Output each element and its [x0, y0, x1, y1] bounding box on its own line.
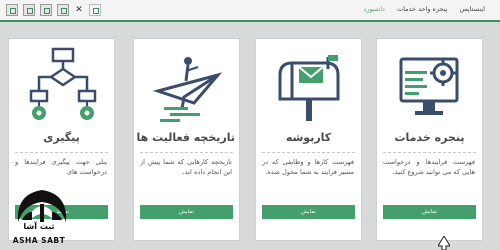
card-title: کارپوشه	[285, 131, 332, 144]
monitor-gear-icon	[399, 57, 459, 115]
show-button[interactable]: نمایش	[383, 205, 476, 219]
card-title: پیگیری	[43, 131, 80, 144]
divider	[15, 152, 108, 153]
show-button[interactable]: نمایش	[140, 205, 233, 219]
flowchart-icon	[29, 47, 97, 120]
mailbox-icon	[278, 55, 340, 121]
card-description: فهرست کارها و وظایفی که در مسیر فرایند ب…	[262, 158, 354, 176]
cursor-icon	[438, 236, 450, 250]
window-icon[interactable]	[6, 4, 18, 16]
card-cartable: کارپوشه فهرست کارها و وظایفی که در مسیر …	[255, 38, 362, 241]
divider	[140, 152, 233, 153]
blank-icon[interactable]	[89, 4, 101, 16]
card-title: پنجره خدمات	[394, 131, 465, 144]
logo-persian-text: ثبت آشا	[23, 222, 55, 231]
grid-icon[interactable]	[23, 4, 35, 16]
toolbar-icons: ✕	[6, 4, 101, 16]
logo-english-text: ASHA SABT	[12, 236, 66, 245]
show-button[interactable]: نمایش	[262, 205, 355, 219]
breadcrumb-item-service-window[interactable]: پنجره واحد خدمات	[397, 5, 447, 13]
card-activity-history: تاریخچه فعالیت ها تاریخچه کارهایی که شما…	[133, 38, 240, 241]
card-title: تاریخچه فعالیت ها	[136, 131, 235, 144]
divider	[262, 152, 355, 153]
card-service-window: پنجره خدمات فهرست فرایندها و درخواست های…	[376, 38, 483, 241]
card-description: تاریخچه کارهایی که شما پیش از این انجام …	[140, 158, 232, 176]
breadcrumb-item-dashboard: داشبورد	[363, 5, 385, 13]
breadcrumb: اینستا‌پس پنجره واحد خدمات داشبورد	[358, 5, 490, 13]
breadcrumb-item-home[interactable]: اینستا‌پس	[460, 5, 485, 13]
paper-plane-icon	[152, 57, 223, 122]
card-description: فهرست فرایندها و درخواست هایی که می توان…	[383, 158, 475, 176]
settings-icon[interactable]	[57, 4, 69, 16]
close-icon[interactable]: ✕	[74, 4, 84, 16]
layout-icon[interactable]	[40, 4, 52, 16]
top-toolbar: ✕ اینستا‌پس پنجره واحد خدمات داشبورد	[0, 0, 500, 22]
divider	[383, 152, 476, 153]
